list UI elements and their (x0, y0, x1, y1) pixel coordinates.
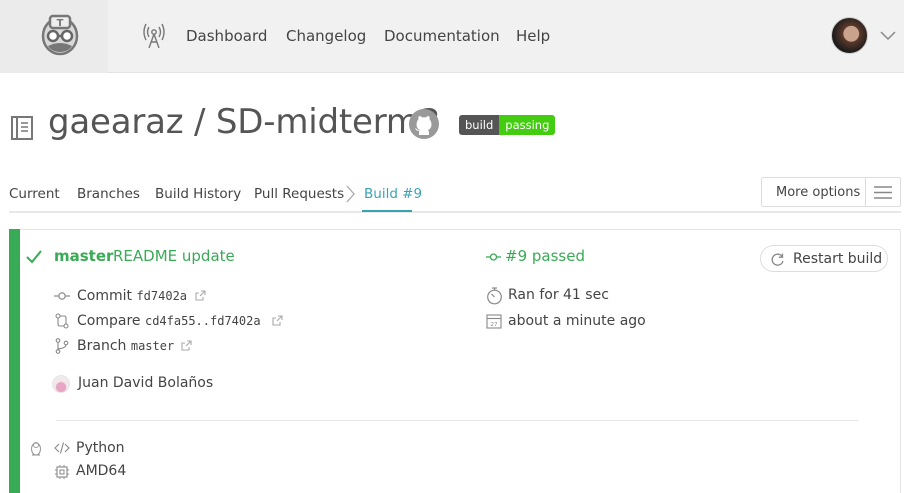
commit-message: README update (113, 247, 235, 265)
user-avatar[interactable] (831, 17, 868, 54)
tab-build-history[interactable]: Build History (155, 186, 241, 202)
broadcast-tower-icon (143, 23, 165, 49)
commit-row[interactable]: Commit fd7402a (77, 288, 187, 304)
build-duration: Ran for 41 sec (508, 287, 609, 303)
branch-row[interactable]: Branch master (77, 338, 174, 354)
external-link-icon[interactable] (272, 315, 283, 326)
hamburger-menu-icon (874, 186, 892, 199)
branch-value[interactable]: master (131, 339, 174, 353)
restart-icon (771, 253, 784, 266)
check-icon (26, 250, 42, 264)
svg-text:27: 27 (491, 322, 498, 328)
external-link-icon[interactable] (195, 290, 206, 301)
badge-status: passing (499, 115, 556, 135)
tab-current[interactable]: Current (9, 186, 60, 202)
chevron-down-icon[interactable] (880, 31, 896, 41)
calendar-icon: 27 (486, 314, 502, 329)
more-options-button[interactable]: More options (761, 177, 901, 207)
top-bar: T Dashboard Changelog Documentation Help (0, 0, 904, 73)
compare-range[interactable]: cd4fa55..fd7402a (145, 314, 261, 328)
more-options-divider (865, 178, 866, 206)
author-avatar (52, 375, 70, 393)
nav-changelog[interactable]: Changelog (286, 27, 366, 45)
stopwatch-icon (487, 287, 502, 305)
commit-icon (486, 253, 501, 261)
badge-label: build (459, 115, 500, 135)
commit-sha[interactable]: fd7402a (136, 289, 187, 303)
cpu-chip-icon (55, 465, 69, 479)
tab-build[interactable]: Build #9 (364, 186, 422, 202)
active-tab-indicator (362, 210, 412, 212)
tab-pull-requests[interactable]: Pull Requests (254, 186, 344, 202)
repo-title[interactable]: gaearaz / SD-midterm3 (48, 102, 440, 142)
nav-help[interactable]: Help (516, 27, 550, 45)
more-options-label: More options (776, 185, 861, 200)
external-link-icon[interactable] (181, 340, 192, 351)
build-arch: AMD64 (76, 463, 127, 479)
author-name: Juan David Bolaños (78, 375, 214, 391)
linux-penguin-icon (30, 442, 42, 456)
nav-documentation[interactable]: Documentation (384, 27, 500, 45)
card-divider (56, 420, 858, 421)
commit-icon (54, 292, 70, 300)
travis-mascot-icon[interactable]: T (38, 12, 82, 58)
tab-divider (9, 211, 901, 213)
build-status-badge[interactable]: build passing (459, 115, 556, 135)
restart-build-button[interactable]: Restart build (760, 245, 888, 272)
build-status-bar (9, 229, 20, 493)
branch-label: Branch (77, 338, 127, 354)
compare-label: Compare (77, 313, 141, 329)
chevron-right-icon (346, 185, 355, 203)
compare-icon (55, 313, 69, 329)
github-icon[interactable] (408, 108, 440, 140)
svg-text:T: T (57, 18, 64, 29)
tab-branches[interactable]: Branches (77, 186, 140, 202)
logo-area[interactable]: T (0, 0, 108, 73)
build-language: Python (76, 440, 125, 456)
build-number-status[interactable]: #9 passed (505, 247, 585, 265)
build-finished-time: about a minute ago (508, 313, 646, 329)
repo-icon (11, 116, 33, 140)
commit-label: Commit (77, 288, 132, 304)
compare-row[interactable]: Compare cd4fa55..fd7402a (77, 313, 261, 329)
build-branch-link[interactable]: master (54, 247, 113, 265)
code-icon (54, 442, 70, 454)
branch-icon (55, 338, 69, 354)
restart-build-label: Restart build (793, 251, 883, 267)
nav-dashboard[interactable]: Dashboard (186, 27, 267, 45)
